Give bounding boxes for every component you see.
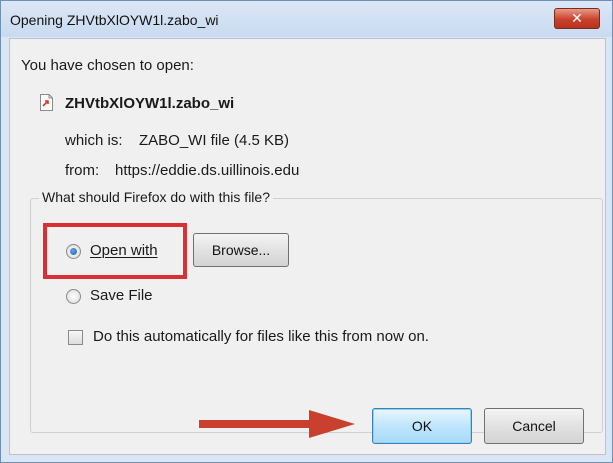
from-label: from: <box>65 162 100 179</box>
ok-button[interactable]: OK <box>372 408 472 444</box>
file-type: ZABO_WI file (4.5 KB) <box>139 132 290 149</box>
download-dialog: Opening ZHVtbXlOYW1l.zabo_wi ✕ You have … <box>0 0 613 463</box>
browse-button[interactable]: Browse... <box>193 233 289 267</box>
group-legend: What should Firefox do with this file? <box>39 189 273 205</box>
intro-text: You have chosen to open: <box>21 57 194 74</box>
auto-checkbox-label[interactable]: Do this automatically for files like thi… <box>93 328 429 345</box>
ok-button-label: OK <box>411 418 433 434</box>
annotation-highlight-box <box>43 223 187 279</box>
cancel-button[interactable]: Cancel <box>484 408 584 444</box>
auto-checkbox[interactable] <box>68 330 83 345</box>
close-button[interactable]: ✕ <box>554 8 600 29</box>
file-name: ZHVtbXlOYW1l.zabo_wi <box>65 95 235 112</box>
close-icon: ✕ <box>571 10 583 26</box>
window-title: Opening ZHVtbXlOYW1l.zabo_wi <box>10 12 219 28</box>
title-bar[interactable]: Opening ZHVtbXlOYW1l.zabo_wi ✕ <box>1 1 612 37</box>
browse-button-label: Browse... <box>211 242 271 258</box>
save-file-radio[interactable] <box>66 289 81 304</box>
annotation-arrow-icon <box>199 410 355 438</box>
save-file-label[interactable]: Save File <box>90 287 153 304</box>
source-url: https://eddie.ds.uillinois.edu <box>115 162 300 179</box>
which-is-label: which is: <box>65 132 123 149</box>
file-icon <box>40 94 53 111</box>
cancel-button-label: Cancel <box>512 418 556 434</box>
